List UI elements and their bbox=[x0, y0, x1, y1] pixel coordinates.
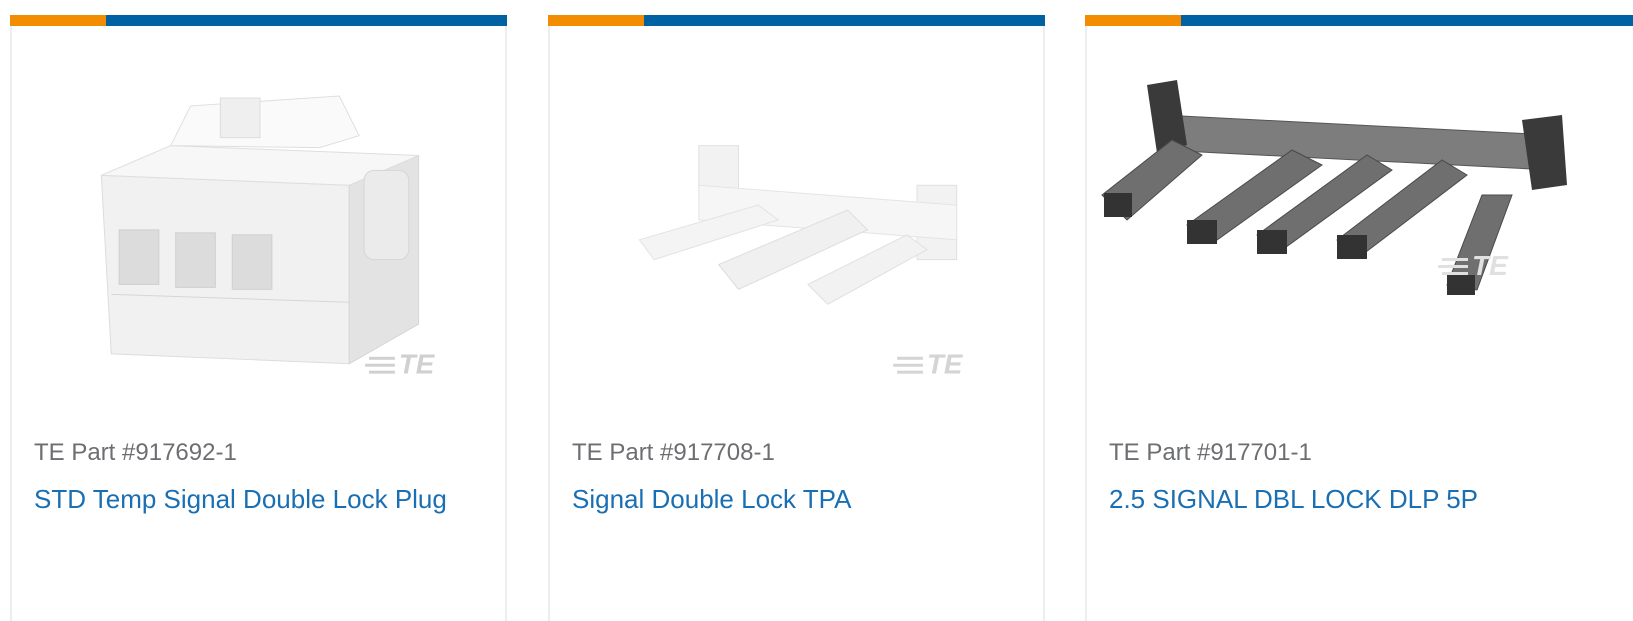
part-number: TE Part #917701-1 bbox=[1109, 439, 1312, 466]
accent-blue-segment bbox=[1181, 15, 1633, 26]
accent-orange-segment bbox=[10, 15, 106, 26]
product-image[interactable]: TE bbox=[560, 35, 1033, 395]
white-connector-plug-image: TE bbox=[100, 95, 436, 380]
gray-dlp-lock-image: TE bbox=[1101, 80, 1567, 295]
part-number: TE Part #917708-1 bbox=[572, 439, 775, 466]
card-accent-bar bbox=[10, 15, 507, 26]
white-tpa-lock-image: TE bbox=[638, 145, 964, 380]
product-name-link[interactable]: 2.5 SIGNAL DBL LOCK DLP 5P bbox=[1109, 484, 1478, 515]
accent-blue-segment bbox=[106, 15, 507, 26]
product-card-list: TE TE Part #917692-1 STD Temp Signal Dou… bbox=[0, 0, 1633, 621]
te-watermark: TE bbox=[399, 349, 436, 380]
product-name-link[interactable]: Signal Double Lock TPA bbox=[572, 484, 851, 515]
part-number: TE Part #917692-1 bbox=[34, 439, 237, 466]
card-accent-bar bbox=[1085, 15, 1633, 26]
accent-blue-segment bbox=[644, 15, 1045, 26]
te-watermark: TE bbox=[927, 349, 964, 380]
product-name-link[interactable]: STD Temp Signal Double Lock Plug bbox=[34, 484, 447, 515]
product-image[interactable]: TE bbox=[1087, 35, 1633, 395]
card-accent-bar bbox=[548, 15, 1045, 26]
product-image[interactable]: TE bbox=[22, 35, 495, 395]
product-card[interactable]: TE TE Part #917701-1 2.5 SIGNAL DBL LOCK… bbox=[1085, 15, 1633, 621]
accent-orange-segment bbox=[1085, 15, 1181, 26]
te-watermark: TE bbox=[1472, 250, 1509, 281]
product-card[interactable]: TE TE Part #917708-1 Signal Double Lock … bbox=[548, 15, 1045, 621]
accent-orange-segment bbox=[548, 15, 644, 26]
product-card[interactable]: TE TE Part #917692-1 STD Temp Signal Dou… bbox=[10, 15, 507, 621]
